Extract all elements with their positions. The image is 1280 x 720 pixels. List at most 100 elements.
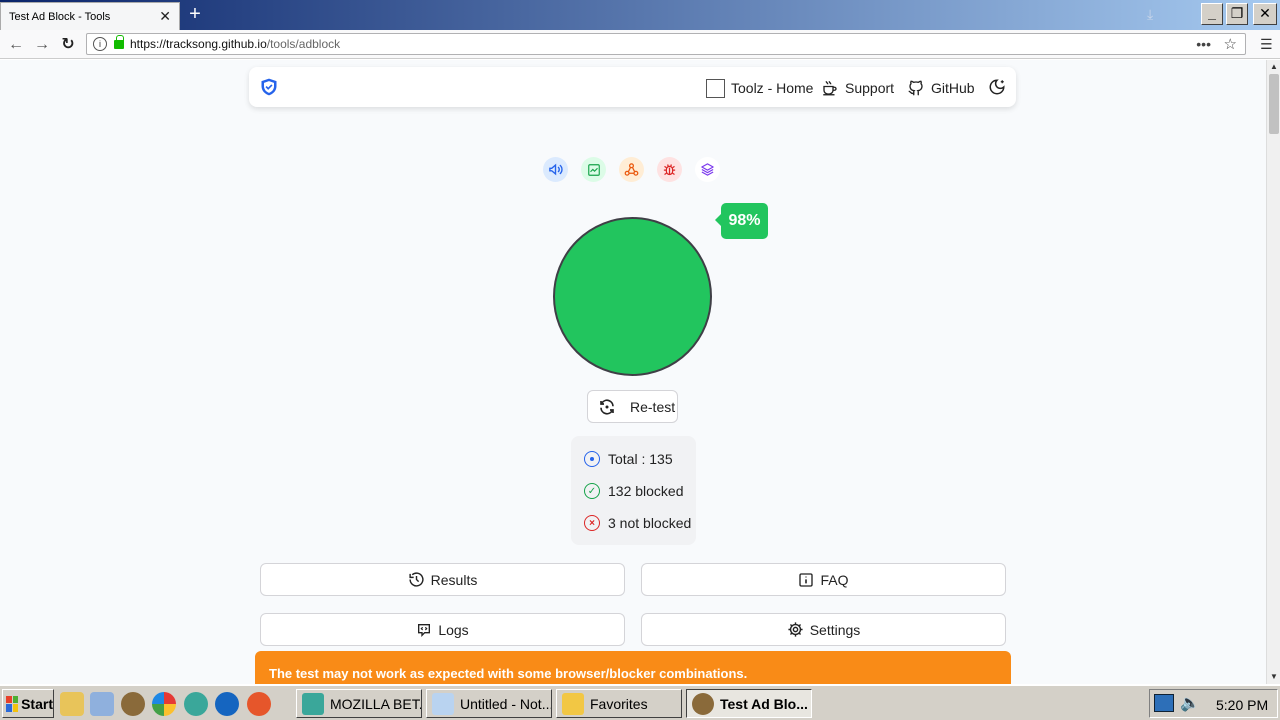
browser-tab[interactable]: Test Ad Block - Tools ✕ (0, 2, 180, 30)
category-other[interactable] (695, 157, 720, 182)
favorites-star-icon (562, 692, 584, 715)
stats-panel: Total : 135 ✓ 132 blocked × 3 not blocke… (571, 436, 696, 545)
seamonkey-task-icon (302, 692, 324, 715)
reload-button[interactable]: ↻ (58, 35, 78, 55)
maxthon-icon[interactable] (215, 692, 239, 716)
task-mozilla-label: MOZILLA BET... (330, 695, 422, 712)
task-adblock[interactable]: Test Ad Blo... (686, 689, 812, 718)
minimize-button[interactable]: _ (1201, 3, 1223, 25)
stat-blocked-label: 132 blocked (608, 483, 684, 499)
network-tray-icon[interactable] (1154, 694, 1174, 712)
calculator-icon[interactable] (90, 692, 114, 716)
nav-link-home[interactable]: Toolz - Home (706, 78, 813, 98)
retest-label: Re-test (630, 398, 676, 415)
tab-title: Test Ad Block - Tools (9, 10, 111, 23)
seamonkey-icon[interactable] (184, 692, 208, 716)
stat-not-blocked: × 3 not blocked (584, 514, 691, 532)
result-circle (553, 217, 712, 376)
info-square-icon (799, 572, 814, 587)
category-ads[interactable] (543, 157, 568, 182)
page-scrollbar[interactable]: ▲ ▼ (1266, 60, 1280, 684)
layers-icon (701, 163, 714, 176)
network-icon (624, 163, 639, 176)
shield-logo-icon[interactable] (259, 77, 279, 97)
new-tab-button[interactable]: + (185, 3, 205, 25)
check-circle-icon: ✓ (584, 483, 600, 499)
forward-button[interactable]: → (32, 35, 52, 55)
warning-banner: The test may not work as expected with s… (255, 651, 1011, 684)
x-circle-icon: × (584, 515, 600, 531)
faq-button[interactable]: FAQ (641, 563, 1006, 596)
target-icon (584, 451, 600, 467)
url-text: https://tracksong.github.io/tools/adbloc… (130, 37, 341, 51)
logs-button[interactable]: Logs (260, 613, 625, 646)
menu-icon[interactable]: ☰ (1260, 36, 1274, 53)
clock[interactable]: 5:20 PM (1216, 697, 1268, 713)
faq-label: FAQ (820, 571, 849, 588)
stat-blocked: ✓ 132 blocked (584, 482, 684, 500)
test-category-icons (543, 157, 720, 182)
category-trackers[interactable] (619, 157, 644, 182)
notepad-icon (432, 692, 454, 715)
lock-icon (114, 34, 124, 49)
task-favorites[interactable]: Favorites (556, 689, 682, 718)
nav-link-support-label: Support (845, 80, 895, 96)
settings-label: Settings (809, 621, 861, 638)
stat-not-blocked-label: 3 not blocked (608, 515, 692, 531)
ccleaner-icon[interactable] (247, 692, 271, 716)
system-tray: 🔈 5:20 PM (1149, 689, 1278, 718)
site-info-icon[interactable]: i (93, 37, 107, 51)
scroll-up-icon[interactable]: ▲ (1267, 60, 1280, 74)
page-actions-icon[interactable]: ••• (1196, 36, 1211, 52)
windows-logo-icon (6, 695, 19, 712)
gear-icon (788, 622, 803, 637)
bug-icon (663, 164, 676, 176)
scroll-thumb[interactable] (1269, 74, 1279, 134)
scroll-down-icon[interactable]: ▼ (1267, 670, 1280, 684)
results-button[interactable]: Results (260, 563, 625, 596)
task-mozilla[interactable]: MOZILLA BET... (296, 689, 422, 718)
site-header: Toolz - Home Support GitHub (249, 67, 1016, 107)
history-icon (409, 572, 424, 587)
nav-link-github[interactable]: GitHub (907, 78, 975, 98)
tab-close-icon[interactable]: ✕ (159, 8, 171, 25)
start-button[interactable]: Start (2, 689, 54, 718)
results-label: Results (430, 571, 478, 588)
task-adblock-label: Test Ad Blo... (720, 695, 808, 712)
percent-badge: 98% (715, 203, 768, 239)
nav-link-home-label: Toolz - Home (731, 80, 814, 96)
category-errors[interactable] (657, 157, 682, 182)
folder-icon[interactable] (60, 692, 84, 716)
page-content: Toolz - Home Support GitHub 98% Re-test … (0, 60, 1266, 684)
chrome-icon[interactable] (152, 692, 176, 716)
message-code-icon (418, 623, 431, 637)
nav-link-support[interactable]: Support (821, 78, 894, 98)
refresh-icon (600, 398, 614, 415)
start-label: Start (21, 695, 53, 712)
raccoon-app-icon[interactable] (121, 692, 145, 716)
category-analytics[interactable] (581, 157, 606, 182)
retest-button[interactable]: Re-test (587, 390, 678, 423)
address-bar[interactable]: i https://tracksong.github.io/tools/adbl… (86, 33, 1246, 55)
coffee-icon (823, 81, 837, 96)
settings-button[interactable]: Settings (641, 613, 1006, 646)
task-notepad-label: Untitled - Not... (460, 695, 552, 712)
stat-total-label: Total : 135 (608, 451, 673, 467)
back-button[interactable]: ← (6, 35, 26, 55)
stat-total: Total : 135 (584, 450, 673, 468)
checkbox-icon (706, 78, 725, 98)
bookmark-star-icon[interactable]: ☆ (1224, 35, 1237, 53)
raccoon-task-icon (692, 692, 714, 715)
volume-icon[interactable]: 🔈 (1180, 693, 1200, 713)
nav-link-github-label: GitHub (931, 80, 975, 96)
browser-titlebar: Test Ad Block - Tools ✕ + ⤓ _ ❐ ✕ (0, 0, 1280, 30)
task-notepad[interactable]: Untitled - Not... (426, 689, 552, 718)
browser-navbar: ← → ↻ i https://tracksong.github.io/tool… (0, 30, 1280, 59)
github-icon (908, 80, 923, 96)
moon-icon[interactable] (988, 78, 1006, 96)
download-icon[interactable]: ⤓ (1147, 6, 1161, 22)
close-window-button[interactable]: ✕ (1253, 3, 1277, 25)
restore-button[interactable]: ❐ (1226, 3, 1248, 25)
megaphone-icon (549, 163, 563, 176)
task-favorites-label: Favorites (590, 695, 648, 712)
